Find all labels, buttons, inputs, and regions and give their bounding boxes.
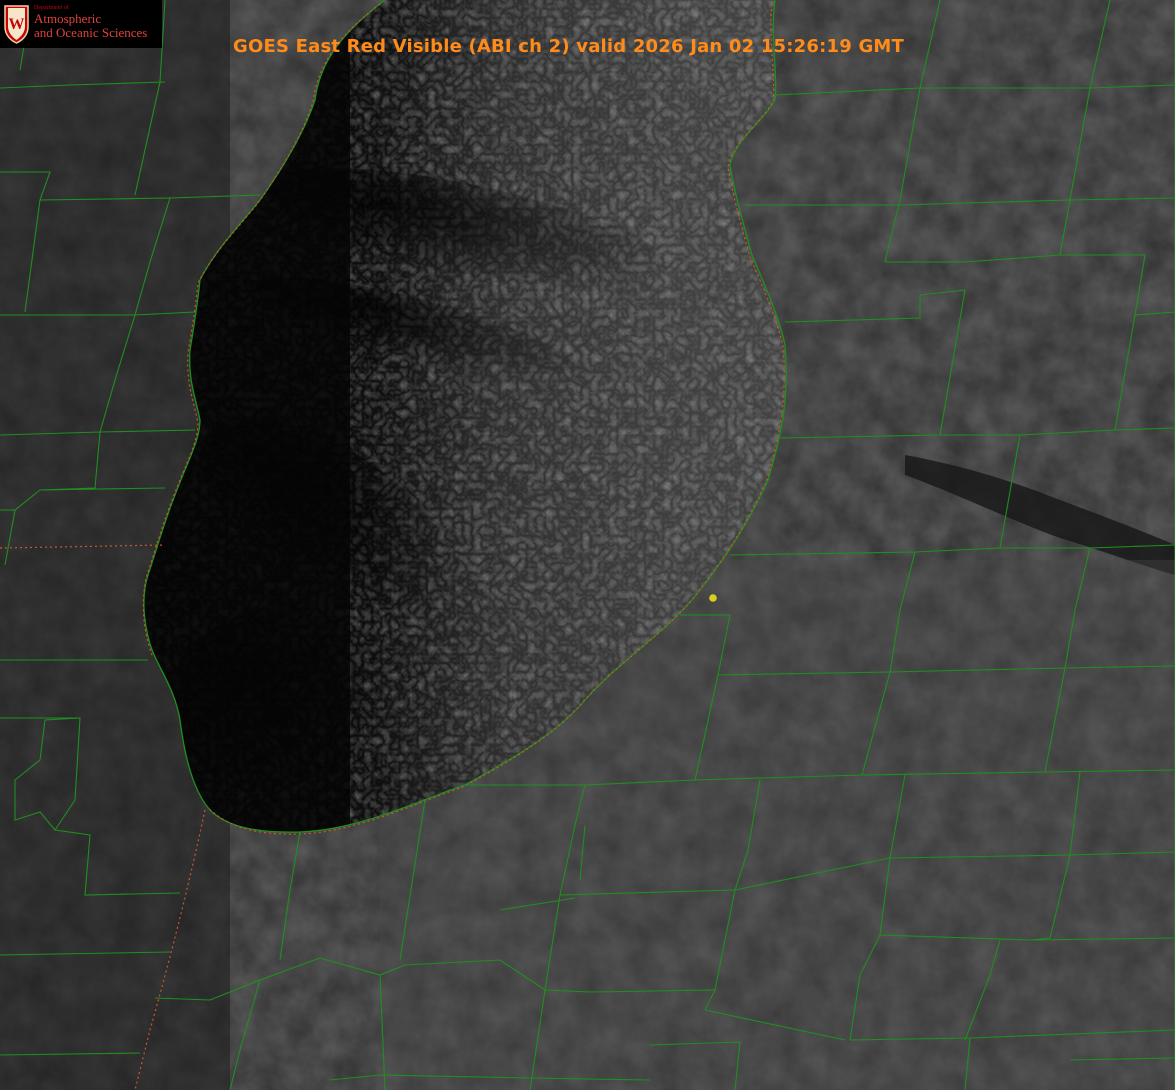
logo-line2: and Oceanic Sciences xyxy=(34,25,148,40)
image-title: GOES East Red Visible (ABI ch 2) valid 2… xyxy=(233,36,905,57)
logo-text: Department of Atmospheric and Oceanic Sc… xyxy=(34,5,147,39)
crest-letter: W xyxy=(9,16,25,33)
uw-aos-logo: W Department of Atmospheric and Oceanic … xyxy=(0,0,162,48)
satellite-map[interactable] xyxy=(0,0,1175,1090)
uw-crest-icon: W xyxy=(4,5,29,44)
logo-line1: Atmospheric xyxy=(34,11,102,26)
location-marker[interactable] xyxy=(709,594,717,602)
